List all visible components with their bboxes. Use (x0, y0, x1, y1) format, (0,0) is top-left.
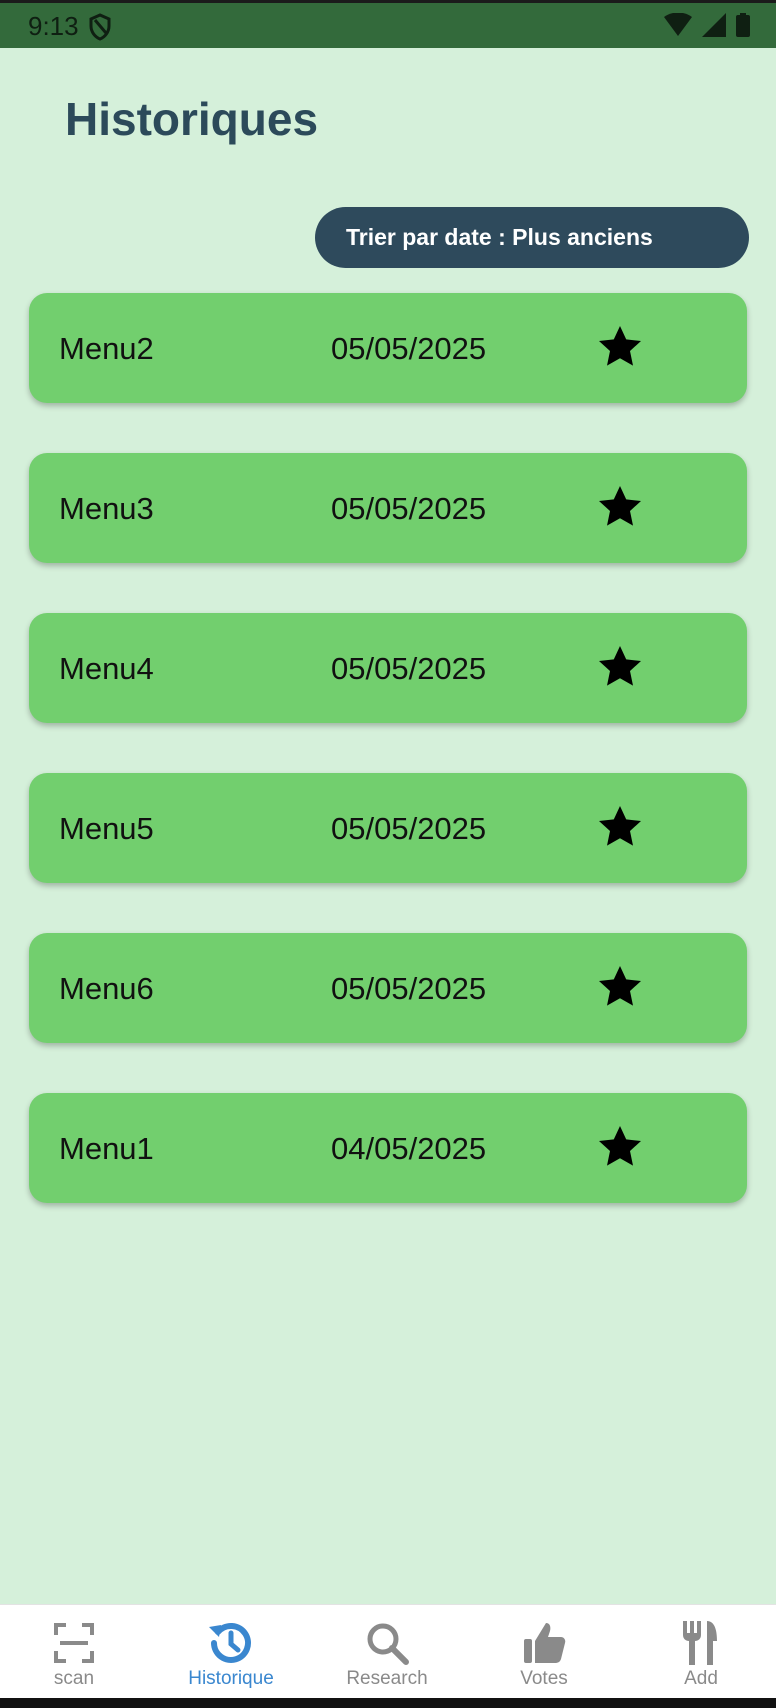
menu-name: Menu5 (59, 811, 154, 846)
star-icon[interactable] (596, 1123, 644, 1171)
system-navigation-bar (0, 1698, 776, 1708)
menu-card[interactable]: Menu5 05/05/2025 (29, 773, 747, 883)
bottom-navigation: scan Historique Research Votes Add (0, 1604, 776, 1699)
nav-label: scan (53, 1668, 95, 1689)
menu-date: 05/05/2025 (331, 651, 487, 686)
menu-card[interactable]: Menu1 04/05/2025 (29, 1093, 747, 1203)
nav-label: Research (346, 1668, 428, 1689)
nav-item-research[interactable]: Research (309, 1605, 465, 1699)
menu-date: 04/05/2025 (331, 1131, 487, 1166)
status-bar: 9:13 (0, 0, 776, 48)
status-time: 9:13 (28, 11, 79, 41)
menu-name: Menu3 (59, 491, 154, 526)
nav-item-scan[interactable]: scan (0, 1605, 152, 1699)
menu-date: 05/05/2025 (331, 971, 487, 1006)
star-icon[interactable] (596, 803, 644, 851)
scan-icon (54, 1623, 94, 1663)
thumbs-up-icon (524, 1623, 566, 1663)
status-icons (664, 13, 750, 37)
star-icon[interactable] (596, 643, 644, 691)
menu-name: Menu2 (59, 331, 154, 366)
sort-by-date-button[interactable]: Trier par date : Plus anciens (315, 207, 749, 268)
menu-date: 05/05/2025 (331, 811, 487, 846)
menu-card[interactable]: Menu3 05/05/2025 (29, 453, 747, 563)
signal-icon (702, 13, 726, 37)
wifi-icon (664, 13, 692, 36)
menu-name: Menu1 (59, 1131, 154, 1166)
nav-label: Historique (188, 1668, 274, 1689)
nav-label: Votes (520, 1668, 568, 1689)
page-title: Historiques (65, 93, 319, 145)
star-icon[interactable] (596, 323, 644, 371)
menu-name: Menu6 (59, 971, 154, 1006)
nav-label: Add (684, 1668, 718, 1689)
menu-name: Menu4 (59, 651, 154, 686)
sort-button-label: Trier par date : Plus anciens (346, 224, 653, 250)
star-icon[interactable] (596, 483, 644, 531)
battery-icon (736, 13, 750, 37)
menu-card[interactable]: Menu4 05/05/2025 (29, 613, 747, 723)
cutlery-icon (683, 1621, 717, 1665)
menu-card[interactable]: Menu2 05/05/2025 (29, 293, 747, 403)
shield-icon (89, 13, 111, 41)
search-icon (367, 1623, 409, 1665)
nav-item-add[interactable]: Add (623, 1605, 776, 1699)
nav-item-historique[interactable]: Historique (153, 1605, 309, 1699)
menu-card[interactable]: Menu6 05/05/2025 (29, 933, 747, 1043)
menu-date: 05/05/2025 (331, 491, 487, 526)
menu-date: 05/05/2025 (331, 331, 487, 366)
nav-item-votes[interactable]: Votes (466, 1605, 622, 1699)
star-icon[interactable] (596, 963, 644, 1011)
history-icon (209, 1623, 251, 1663)
